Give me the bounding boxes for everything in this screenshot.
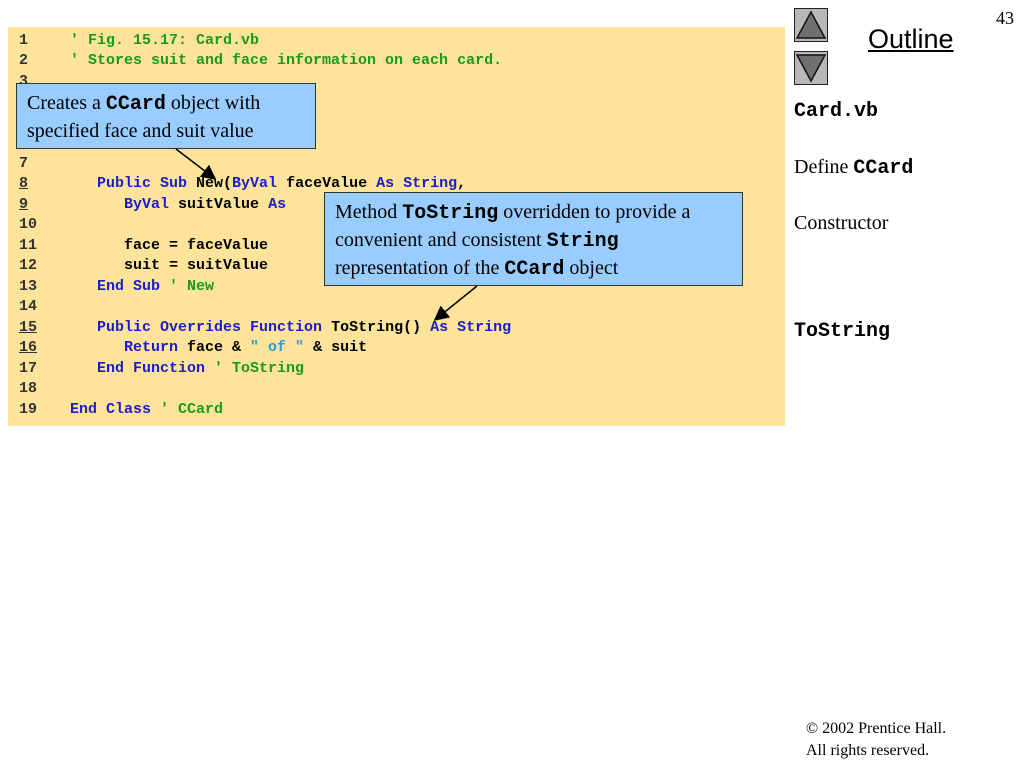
code-token: & suit <box>304 339 368 356</box>
outline-item-file: Card.vb <box>794 100 878 123</box>
previous-slide-button[interactable] <box>794 8 828 42</box>
code-token: Public Overrides Function <box>97 318 323 336</box>
code-token: Return <box>124 339 179 356</box>
code-token: suit = suitValue <box>70 257 269 274</box>
text-segment: Creates a <box>27 92 106 114</box>
code-token: End Class <box>70 400 152 418</box>
code-text: ByVal suitValue As <box>70 195 286 216</box>
line-number: 1 <box>19 31 29 49</box>
code-token: " of " <box>250 339 305 356</box>
line-number: 19 <box>19 400 38 418</box>
code-token: End Function <box>97 359 206 377</box>
page-number: 43 <box>996 8 1014 28</box>
tostring-callout: Method ToString overridden to provide a … <box>324 192 743 286</box>
text-segment: Method <box>335 201 403 223</box>
code-text: Return face & " of " & suit <box>70 338 367 359</box>
code-token: ' Fig. 15.17: Card.vb <box>70 31 260 49</box>
code-token: ' Stores suit and face information on ea… <box>70 52 503 69</box>
code-text: End Sub ' New <box>70 277 214 298</box>
code-token: ' ToString <box>205 359 305 377</box>
line-number: 13 <box>19 277 38 295</box>
line-number: 8 <box>19 175 29 192</box>
code-text: ' Stores suit and face information on ea… <box>70 51 502 72</box>
code-token: Public Sub <box>97 175 188 192</box>
code-term: ToString <box>794 320 891 343</box>
line-number: 17 <box>19 359 38 377</box>
line-number: 11 <box>19 236 38 254</box>
code-token: End Sub <box>97 277 161 295</box>
text-segment: representation of the <box>335 257 505 279</box>
code-token: ByVal <box>124 195 170 213</box>
code-token: New( <box>187 175 233 192</box>
line-number: 10 <box>19 216 38 233</box>
outline-item-define: Define CCard <box>794 156 913 180</box>
code-term: ToString <box>402 202 499 225</box>
line-number: 18 <box>19 380 38 397</box>
code-token: ToString() <box>322 318 431 336</box>
code-token: As String <box>376 175 458 192</box>
code-token: ' New <box>160 277 215 295</box>
line-number: 9 <box>19 195 29 213</box>
code-term: CCard <box>853 157 914 180</box>
code-token: face & <box>178 339 251 356</box>
code-token: , <box>457 175 467 192</box>
line-number: 14 <box>19 298 38 315</box>
code-token: As <box>268 195 287 213</box>
copyright-footer: © 2002 Prentice Hall. All rights reserve… <box>806 718 946 762</box>
triangle-up-icon <box>795 10 827 39</box>
text-segment: Define <box>794 156 854 178</box>
code-term: String <box>546 230 619 253</box>
constructor-callout: Creates a CCard object with specified fa… <box>16 83 316 149</box>
triangle-down-icon <box>795 54 827 83</box>
code-token: ByVal <box>232 175 278 192</box>
code-term: Card.vb <box>794 100 879 123</box>
outline-item-tostring: ToString <box>794 320 890 343</box>
text-segment: Constructor <box>794 212 889 234</box>
line-number: 16 <box>19 339 38 356</box>
outline-item-constructor: Constructor <box>794 212 888 235</box>
line-number: 12 <box>19 257 38 274</box>
line-number: 7 <box>19 154 29 172</box>
code-text: face = faceValue <box>70 236 268 257</box>
text-segment: object <box>564 257 619 279</box>
code-text: Public Overrides Function ToString() As … <box>70 318 511 339</box>
copyright-line: © 2002 Prentice Hall. <box>806 720 947 737</box>
line-number: 15 <box>19 318 38 336</box>
outline-title[interactable]: Outline <box>868 24 954 55</box>
code-token: face = faceValue <box>70 236 269 254</box>
code-term: CCard <box>105 93 166 116</box>
code-text: End Class ' CCard <box>70 400 223 421</box>
code-token: suitValue <box>169 195 269 213</box>
next-slide-button[interactable] <box>794 51 828 85</box>
code-term: CCard <box>504 258 565 281</box>
code-token: ' CCard <box>151 400 224 418</box>
code-token: As String <box>430 318 512 336</box>
code-token: faceValue <box>277 175 377 192</box>
code-text: End Function ' ToString <box>70 359 304 380</box>
code-text: suit = suitValue <box>70 256 268 277</box>
code-text: ' Fig. 15.17: Card.vb <box>70 31 259 52</box>
line-number: 2 <box>19 52 29 69</box>
rights-line: All rights reserved. <box>806 742 930 759</box>
